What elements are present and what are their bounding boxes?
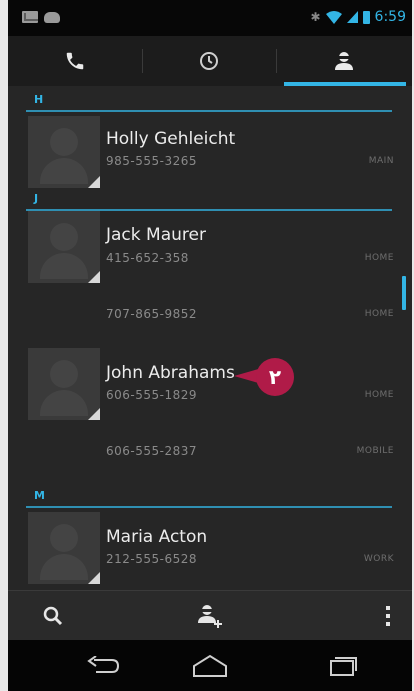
- phone-tab[interactable]: [8, 36, 142, 86]
- phone-number[interactable]: 606-555-2837: [106, 444, 197, 458]
- battery-icon: [362, 10, 370, 24]
- phone-number[interactable]: 606-555-1829: [106, 388, 197, 402]
- contact-name: Jack Maurer: [106, 225, 206, 245]
- navigation-bar: [8, 640, 412, 691]
- overflow-menu-button[interactable]: [368, 591, 408, 641]
- home-button[interactable]: [160, 640, 260, 691]
- status-bar: ✱ 6:59: [8, 0, 412, 36]
- callout-badge: ٢: [256, 358, 294, 396]
- phone-icon: [66, 52, 84, 70]
- search-icon: [43, 606, 63, 626]
- contacts-tab[interactable]: [276, 36, 412, 86]
- back-button[interactable]: [53, 640, 153, 691]
- overflow-menu-icon: [386, 606, 390, 626]
- add-contact-icon: [198, 605, 222, 628]
- bluetooth-icon: ✱: [310, 10, 321, 24]
- phone-type: MOBILE: [356, 446, 394, 456]
- avatar[interactable]: [28, 348, 100, 420]
- phone-number[interactable]: 707-865-9852: [106, 307, 197, 321]
- recent-apps-button[interactable]: [294, 640, 394, 691]
- recent-apps-icon: [330, 656, 357, 676]
- contact-name: Maria Acton: [106, 527, 208, 547]
- avatar[interactable]: [28, 116, 100, 188]
- scrollbar-thumb[interactable]: [402, 276, 406, 310]
- mail-icon: [22, 11, 38, 23]
- add-contact-button[interactable]: [185, 591, 235, 641]
- search-button[interactable]: [28, 591, 78, 641]
- tab-bar: [8, 36, 412, 86]
- contact-name: John Abrahams: [106, 363, 235, 383]
- phone-number[interactable]: 985-555-3265: [106, 154, 197, 168]
- phone-type: MAIN: [368, 156, 394, 166]
- section-header-h: H: [26, 88, 392, 112]
- phone-screen: ✱ 6:59 H Holly Gehleicht 985-555-3265 MA…: [8, 0, 412, 691]
- section-header-m: M: [26, 484, 392, 508]
- phone-number[interactable]: 415-652-358: [106, 251, 189, 265]
- wifi-icon: [325, 10, 342, 24]
- contact-name: Holly Gehleicht: [106, 129, 236, 149]
- recent-tab[interactable]: [142, 36, 276, 86]
- back-icon: [87, 655, 120, 673]
- phone-type: HOME: [364, 390, 394, 400]
- section-header-j: J: [26, 187, 392, 211]
- clock-icon: [200, 52, 218, 70]
- signal-icon: [346, 11, 358, 23]
- avatar[interactable]: [28, 512, 100, 584]
- avatar[interactable]: [28, 211, 100, 283]
- contact-list[interactable]: H Holly Gehleicht 985-555-3265 MAIN J Ja…: [8, 86, 412, 590]
- phone-type: HOME: [364, 309, 394, 319]
- home-icon: [193, 654, 227, 677]
- cloud-icon: [44, 12, 60, 23]
- contact-icon: [335, 52, 353, 70]
- phone-number[interactable]: 212-555-6528: [106, 552, 197, 566]
- phone-type: WORK: [363, 554, 394, 564]
- bottom-action-bar: [8, 590, 412, 641]
- phone-type: HOME: [364, 253, 394, 263]
- status-time: 6:59: [374, 9, 406, 25]
